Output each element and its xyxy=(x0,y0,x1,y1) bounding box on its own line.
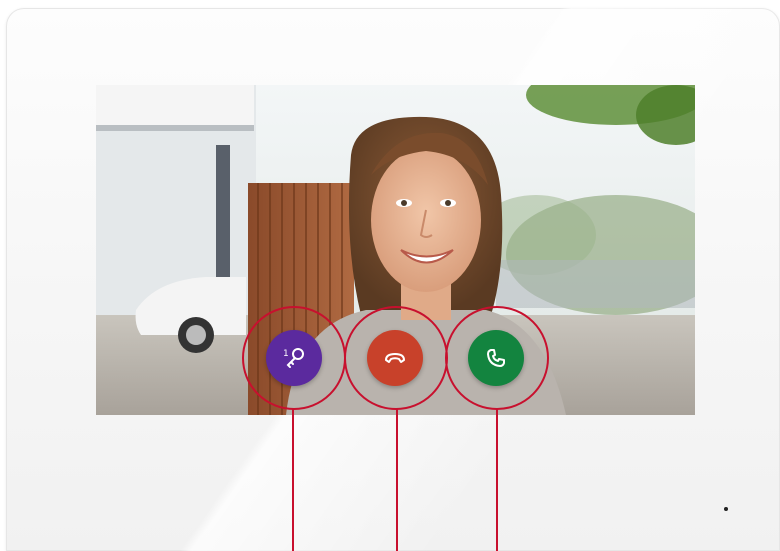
end-call-button[interactable] xyxy=(367,330,423,386)
phone-icon xyxy=(487,349,505,367)
answer-call-button[interactable] xyxy=(468,330,524,386)
key-icon: 1 xyxy=(283,348,304,368)
callout-line-unlock xyxy=(292,408,294,551)
unlock-door-button[interactable]: 1 xyxy=(266,330,322,386)
status-led xyxy=(724,507,728,511)
unlock-number-label: 1 xyxy=(283,349,289,359)
hang-up-icon xyxy=(385,353,405,363)
callout-line-end-call xyxy=(396,408,398,551)
callout-line-answer xyxy=(496,408,498,551)
